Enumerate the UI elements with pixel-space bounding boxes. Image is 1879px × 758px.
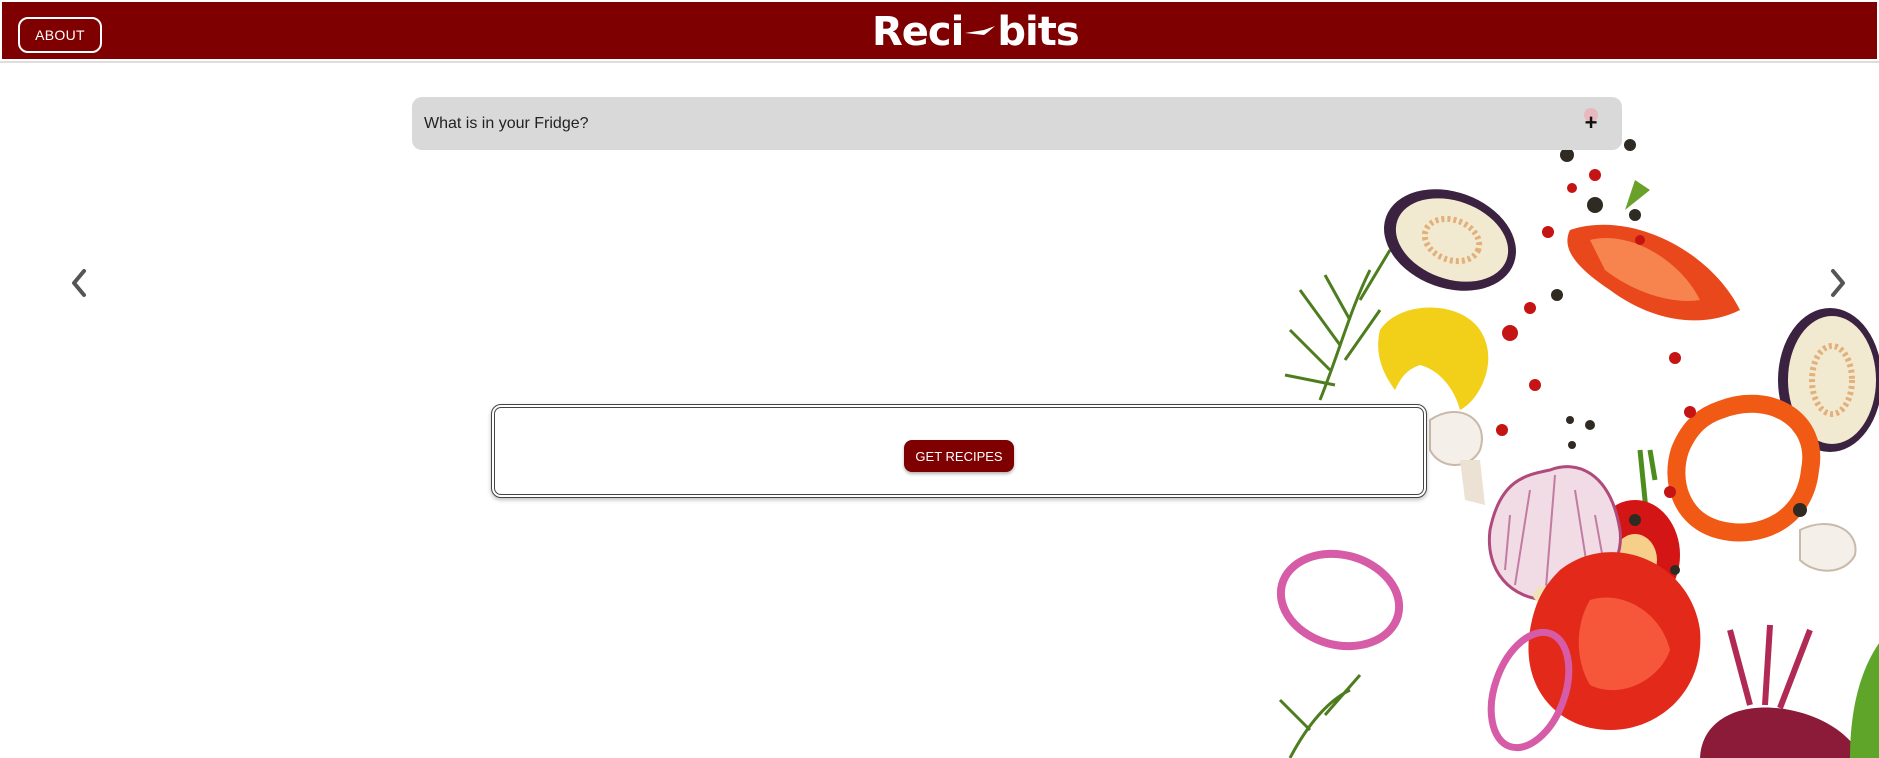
about-button[interactable]: ABOUT <box>18 17 102 53</box>
plus-icon[interactable]: + <box>1580 110 1602 136</box>
get-recipes-button[interactable]: GET RECIPES <box>904 440 1014 472</box>
logo-text-left: Reci <box>872 9 964 55</box>
knife-icon <box>965 26 996 35</box>
chevron-left-icon[interactable] <box>64 263 94 303</box>
app-page: ABOUT Reci bits What is in your Fridge? … <box>0 0 1879 758</box>
top-navbar: ABOUT Reci bits <box>0 0 1879 62</box>
logo-text-right: bits <box>997 9 1079 55</box>
fridge-accordion-header[interactable]: What is in your Fridge? + <box>412 97 1622 150</box>
fridge-label: What is in your Fridge? <box>424 114 589 132</box>
header-divider <box>0 61 1879 63</box>
chevron-right-icon[interactable] <box>1823 263 1853 303</box>
site-logo[interactable]: Reci bits <box>872 9 1080 55</box>
